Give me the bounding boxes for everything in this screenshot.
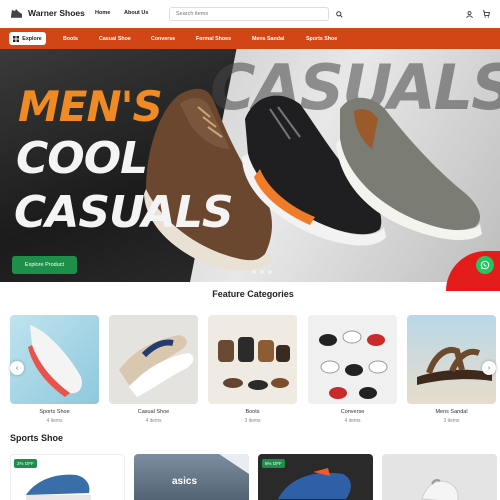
category-name[interactable]: Mens Sandal — [407, 409, 496, 415]
sports-shoe-thumbnail — [28, 325, 82, 397]
carousel-dot[interactable] — [252, 270, 256, 274]
category-count: 4 items — [46, 418, 63, 424]
nav-about-us[interactable]: About Us — [124, 10, 148, 16]
search-input[interactable] — [169, 7, 329, 21]
category-prev-button[interactable]: ‹ — [10, 361, 24, 375]
product-card[interactable]: asics — [134, 454, 249, 500]
category-name[interactable]: Boots — [208, 409, 297, 415]
explore-product-button[interactable]: Explore Product — [12, 256, 77, 274]
category-count: 3 items — [244, 418, 261, 424]
category-card-boots[interactable] — [208, 315, 297, 404]
category-link-mens-sandal[interactable]: Mens Sandal — [252, 36, 284, 42]
chevron-right-icon: › — [487, 364, 491, 372]
category-card-sports-shoe[interactable] — [10, 315, 99, 404]
hero-headline-line1: MEN'S — [18, 82, 163, 131]
header: Warner Shoes Home About Us — [0, 0, 500, 28]
category-card-converse[interactable] — [308, 315, 397, 404]
whatsapp-button[interactable] — [476, 256, 494, 274]
category-card-casual-shoe[interactable] — [109, 315, 198, 404]
search-icon — [335, 10, 343, 18]
category-name[interactable]: Casual Shoe — [109, 409, 198, 415]
discount-badge: 6% OFF — [262, 459, 285, 468]
category-name[interactable]: Converse — [308, 409, 397, 415]
account-button[interactable] — [463, 8, 475, 20]
search-button[interactable] — [333, 8, 345, 20]
product-image: asics — [172, 454, 249, 487]
category-link-formal-shoes[interactable]: Formal Shoes — [196, 36, 231, 42]
product-card[interactable] — [382, 454, 497, 500]
casual-shoe-thumbnail — [119, 335, 194, 397]
boots-thumbnail — [218, 337, 290, 390]
cart-button[interactable] — [480, 8, 492, 20]
explore-label: Explore — [22, 35, 42, 42]
asics-logo: asics — [172, 476, 197, 487]
user-icon — [465, 10, 473, 18]
carousel-dots — [252, 270, 272, 274]
page: Warner Shoes Home About Us Explore Boots… — [0, 0, 500, 500]
brand-logo[interactable]: Warner Shoes — [10, 7, 85, 19]
category-link-boots[interactable]: Boots — [63, 36, 78, 42]
sports-shoe-section-title: Sports Shoe — [10, 433, 64, 443]
category-card-mens-sandal[interactable] — [407, 315, 496, 404]
hero-shoes-image — [144, 88, 482, 271]
whatsapp-icon — [480, 260, 490, 270]
category-link-sports-shoe[interactable]: Sports Shoe — [306, 36, 337, 42]
mens-sandal-thumbnail — [417, 347, 492, 385]
category-count: 3 items — [443, 418, 460, 424]
hero-banner: CASUALS MEN'S COOL CASUALS — [0, 49, 500, 282]
product-image — [421, 479, 459, 500]
chevron-left-icon: ‹ — [15, 364, 19, 372]
nav-home[interactable]: Home — [95, 10, 110, 16]
carousel-dot[interactable] — [268, 270, 272, 274]
category-count: 4 items — [344, 418, 361, 424]
shoe-logo-icon — [11, 9, 22, 18]
brand-name: Warner Shoes — [28, 8, 85, 18]
hero-headline-line2: COOL — [16, 133, 148, 184]
cart-icon — [482, 10, 490, 18]
category-link-casual-shoe[interactable]: Casual Shoe — [99, 36, 131, 42]
grid-icon — [13, 35, 20, 42]
hero-headline-line3: CASUALS — [14, 187, 234, 238]
category-link-converse[interactable]: Converse — [151, 36, 175, 42]
category-count: 4 items — [145, 418, 162, 424]
feature-categories-title: Feature Categories — [212, 289, 294, 299]
converse-thumbnail — [319, 330, 388, 399]
explore-menu-button[interactable]: Explore — [9, 32, 46, 45]
category-name[interactable]: Sports Shoe — [10, 409, 99, 415]
category-next-button[interactable]: › — [482, 361, 496, 375]
discount-badge: 2% OFF — [14, 459, 37, 468]
carousel-dot[interactable] — [260, 270, 264, 274]
